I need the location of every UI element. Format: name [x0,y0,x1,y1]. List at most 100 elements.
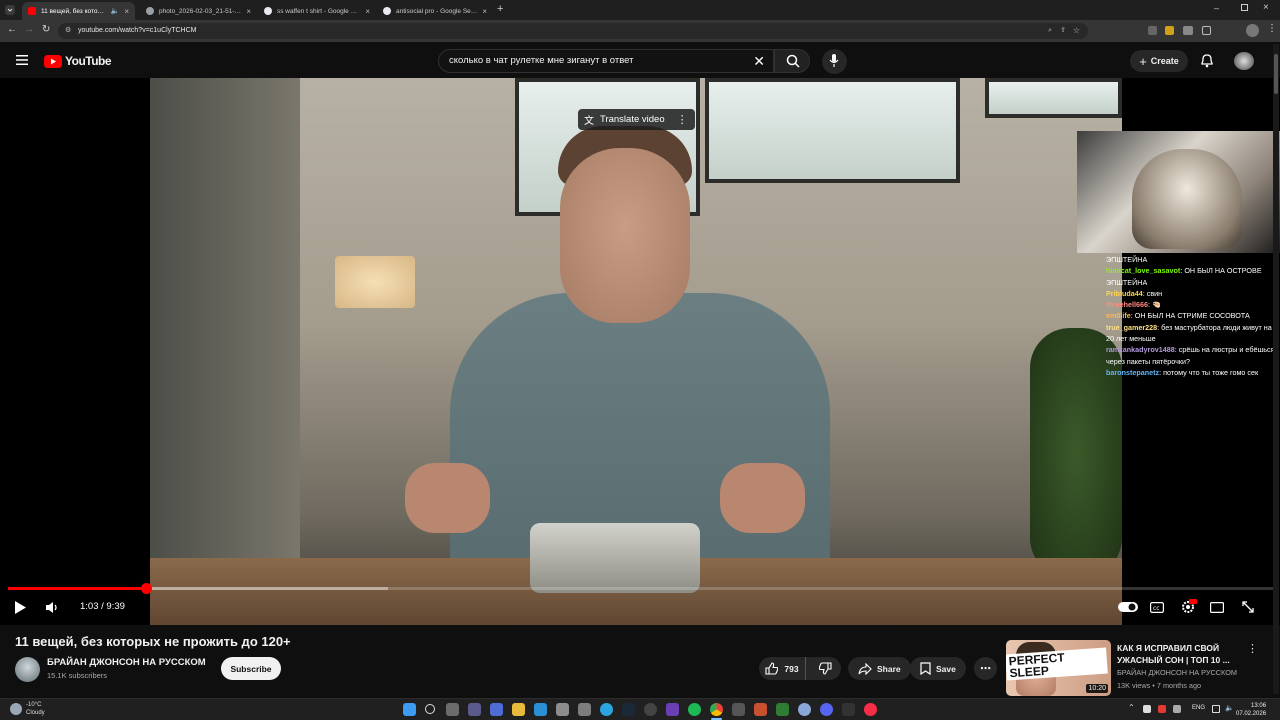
app-icon[interactable] [842,703,855,716]
bookmark-star-icon[interactable]: ☆ [1073,23,1080,39]
tab-close-icon[interactable]: × [482,7,487,16]
spotify-icon[interactable] [688,703,701,716]
profile-avatar-icon[interactable] [1246,24,1259,37]
browser-tab[interactable]: antisocial pro - Google Search × [377,2,493,20]
close-window-icon[interactable]: × [1263,2,1269,13]
start-windows-icon[interactable] [403,703,416,716]
progress-bar[interactable] [8,583,1273,594]
clear-search-icon[interactable]: ✕ [753,50,765,72]
search-icon[interactable] [425,704,435,714]
forward-icon[interactable]: → [24,24,34,35]
browser-tab[interactable]: photo_2026-02-03_21-51-50.jpg × [140,2,257,20]
maximize-icon[interactable] [1241,4,1248,11]
suggested-video-title[interactable]: КАК Я ИСПРАВИЛ СВОЙ УЖАСНЫЙ СОН | ТОП 10… [1117,642,1242,666]
minimize-icon[interactable]: – [1214,3,1219,13]
share-page-icon[interactable]: ⇪ [1060,23,1066,39]
chatgpt-icon[interactable] [644,703,657,716]
notifications-bell-icon[interactable] [1200,53,1214,68]
dislike-button[interactable] [811,657,841,680]
volume-icon[interactable]: 🔈 [1225,704,1234,712]
browser-menu-icon[interactable]: ⋮ [1267,23,1277,34]
subscribe-button[interactable]: Subscribe [221,657,281,680]
telegram-icon[interactable] [600,703,613,716]
app-icon[interactable] [578,703,591,716]
steam-icon[interactable] [622,703,635,716]
site-info-icon[interactable]: ⚙ [65,23,71,39]
weather-icon[interactable] [10,703,22,715]
system-clock[interactable]: 13:06 07.02.2026 [1236,702,1266,718]
reload-icon[interactable]: ↻ [42,24,50,35]
youtube-favicon-icon [28,7,36,15]
network-icon[interactable] [1212,705,1220,713]
extension-icon[interactable] [1183,26,1193,35]
app-icon[interactable] [776,703,789,716]
extension-icon[interactable] [1165,26,1174,35]
address-bar[interactable]: ⚙ youtube.com/watch?v=c1uClyTCHCM ⌕ ⇪ ☆ [58,23,1088,39]
save-button[interactable]: Save [910,657,966,680]
menu-hamburger-icon[interactable] [16,55,28,65]
more-options-icon[interactable]: ⋮ [677,113,688,126]
tab-close-icon[interactable]: × [124,7,129,16]
hand [720,463,805,533]
browser-tab[interactable]: 11 вещей, без которых не 🔈 × [22,2,135,20]
translate-video-button[interactable]: 文 Translate video ⋮ [578,109,695,130]
app-icon[interactable] [534,703,547,716]
page-scrollbar[interactable] [1273,44,1279,694]
account-avatar[interactable] [1234,52,1254,70]
create-button[interactable]: + Create [1130,50,1188,72]
back-icon[interactable]: ← [7,24,17,35]
app-icon[interactable] [754,703,767,716]
temperature: -10°C [26,702,42,708]
tab-close-icon[interactable]: × [365,7,370,16]
person-head [560,148,690,323]
more-actions-button[interactable]: ⋯ [974,657,997,680]
voice-search-button[interactable] [822,49,847,74]
video-player[interactable]: 文 Translate video ⋮ ЭПШТЕЙНА himicat_love… [0,78,1280,625]
tray-overflow-icon[interactable]: ⌃ [1128,703,1135,712]
share-button[interactable]: Share [848,657,911,680]
fullscreen-button[interactable] [1238,597,1258,617]
autoplay-toggle[interactable] [1117,597,1139,617]
youtube-logo[interactable]: YouTube [44,54,112,68]
progress-scrubber[interactable] [140,583,152,594]
tray-app-icon[interactable] [1158,705,1166,713]
app-icon[interactable] [798,703,811,716]
progress-played [8,587,146,590]
discord-icon[interactable] [820,703,833,716]
tray-app-icon[interactable] [1173,705,1181,713]
subtitles-button[interactable]: cc [1147,597,1167,617]
search-button[interactable] [774,49,810,73]
weather-widget[interactable]: -10°C Cloudy [26,701,45,717]
calendar-icon[interactable] [556,703,569,716]
chrome-icon[interactable] [710,703,723,716]
app-icon[interactable] [666,703,679,716]
channel-name[interactable]: БРАЙАН ДЖОНСОН НА РУССКОМ [47,657,206,668]
app-icon[interactable] [468,703,481,716]
scrollbar-thumb[interactable] [1274,54,1278,94]
itunes-icon[interactable] [864,703,877,716]
browser-tab[interactable]: ss waffen t shirt - Google Search × [258,2,376,20]
zoom-icon[interactable]: ⌕ [1048,23,1052,39]
extensions-puzzle-icon[interactable] [1202,26,1211,35]
play-button[interactable] [10,597,30,617]
mute-button[interactable] [42,597,62,617]
settings-button[interactable] [1178,597,1198,617]
theater-mode-button[interactable] [1207,597,1227,617]
file-explorer-icon[interactable] [512,703,525,716]
suggestion-menu-icon[interactable]: ⋮ [1247,642,1258,655]
tab-list-icon[interactable] [5,5,15,15]
extension-icon[interactable] [1148,26,1157,35]
channel-avatar[interactable] [15,657,40,682]
like-button[interactable]: 793 [759,657,806,680]
language-indicator[interactable]: ENG [1192,705,1205,711]
suggested-video-thumbnail[interactable]: PERFECT SLEEP 10:20 [1006,640,1111,696]
speaker-icon[interactable]: 🔈 [111,7,120,15]
new-tab-icon[interactable]: + [497,3,503,15]
tray-app-icon[interactable] [1143,705,1151,713]
tab-close-icon[interactable]: × [246,7,251,16]
app-icon[interactable] [490,703,503,716]
search-input[interactable]: сколько в чат рулетке мне зиганут в отве… [438,49,774,73]
app-icon[interactable] [732,703,745,716]
suggested-video-channel[interactable]: БРАЙАН ДЖОНСОН НА РУССКОМ [1117,668,1237,677]
copilot-icon[interactable] [446,703,459,716]
